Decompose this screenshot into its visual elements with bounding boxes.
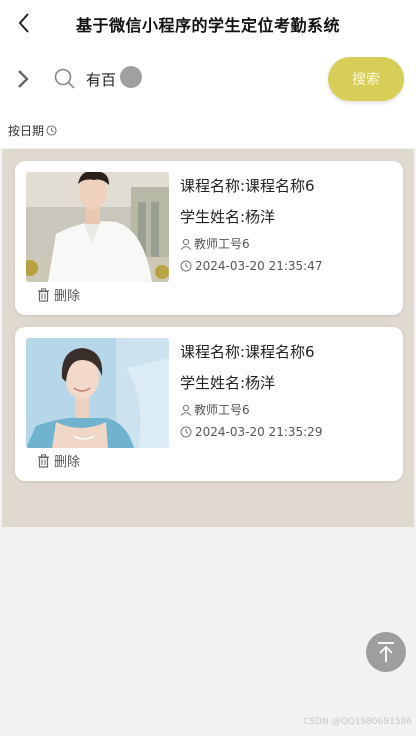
chevron-right-icon xyxy=(18,70,29,88)
delete-label: 删除 xyxy=(54,455,81,470)
search-input[interactable] xyxy=(86,65,286,93)
nav-bar: 基于微信小程序的学生定位考勤系统 xyxy=(0,0,416,48)
trash-icon xyxy=(38,287,49,302)
check-in-time: 2024-03-20 21:35:29 xyxy=(195,425,323,439)
teacher-id: 教师工号6 xyxy=(194,403,250,417)
user-icon xyxy=(180,404,192,416)
delete-label: 删除 xyxy=(54,289,81,304)
student-photo xyxy=(26,172,169,282)
trash-icon xyxy=(38,453,49,468)
student-name: 学生姓名:杨洋 xyxy=(180,208,276,226)
page-title: 基于微信小程序的学生定位考勤系统 xyxy=(75,16,340,35)
sort-by-date-button[interactable]: 按日期 xyxy=(8,122,57,139)
list-item[interactable]: 课程名称:课程名称6 学生姓名:杨洋 教师工号6 2024-03-20 21:3… xyxy=(15,161,403,315)
delete-button[interactable]: 删除 xyxy=(37,285,80,304)
student-name: 学生姓名:杨洋 xyxy=(180,374,276,392)
student-photo xyxy=(26,338,169,448)
check-in-time: 2024-03-20 21:35:47 xyxy=(195,259,323,273)
course-name: 课程名称:课程名称6 xyxy=(180,177,315,195)
touch-cursor-indicator xyxy=(120,66,142,88)
watermark: CSDN @QQ1980691586 xyxy=(303,717,412,727)
user-icon xyxy=(180,238,192,250)
search-icon xyxy=(54,68,75,89)
sort-by-date-label: 按日期 xyxy=(8,124,45,138)
teacher-id-row: 教师工号6 xyxy=(180,235,250,252)
delete-button[interactable]: 删除 xyxy=(37,451,80,470)
time-row: 2024-03-20 21:35:47 xyxy=(180,259,322,273)
chevron-left-icon xyxy=(18,13,29,33)
back-to-top-button[interactable] xyxy=(366,632,406,672)
list-item[interactable]: 课程名称:课程名称6 学生姓名:杨洋 教师工号6 2024-03-20 21:3… xyxy=(15,327,403,481)
sort-bar xyxy=(0,114,416,148)
expand-filter-button[interactable] xyxy=(16,68,36,92)
clock-icon xyxy=(180,260,192,272)
teacher-id: 教师工号6 xyxy=(194,237,250,251)
course-name: 课程名称:课程名称6 xyxy=(180,343,315,361)
back-button[interactable] xyxy=(12,10,36,36)
search-button[interactable]: 搜索 xyxy=(328,57,404,101)
time-row: 2024-03-20 21:35:29 xyxy=(180,425,322,439)
teacher-id-row: 教师工号6 xyxy=(180,401,250,418)
clock-icon xyxy=(180,426,192,438)
clock-icon xyxy=(46,125,57,136)
arrow-up-to-top-icon xyxy=(378,642,394,662)
